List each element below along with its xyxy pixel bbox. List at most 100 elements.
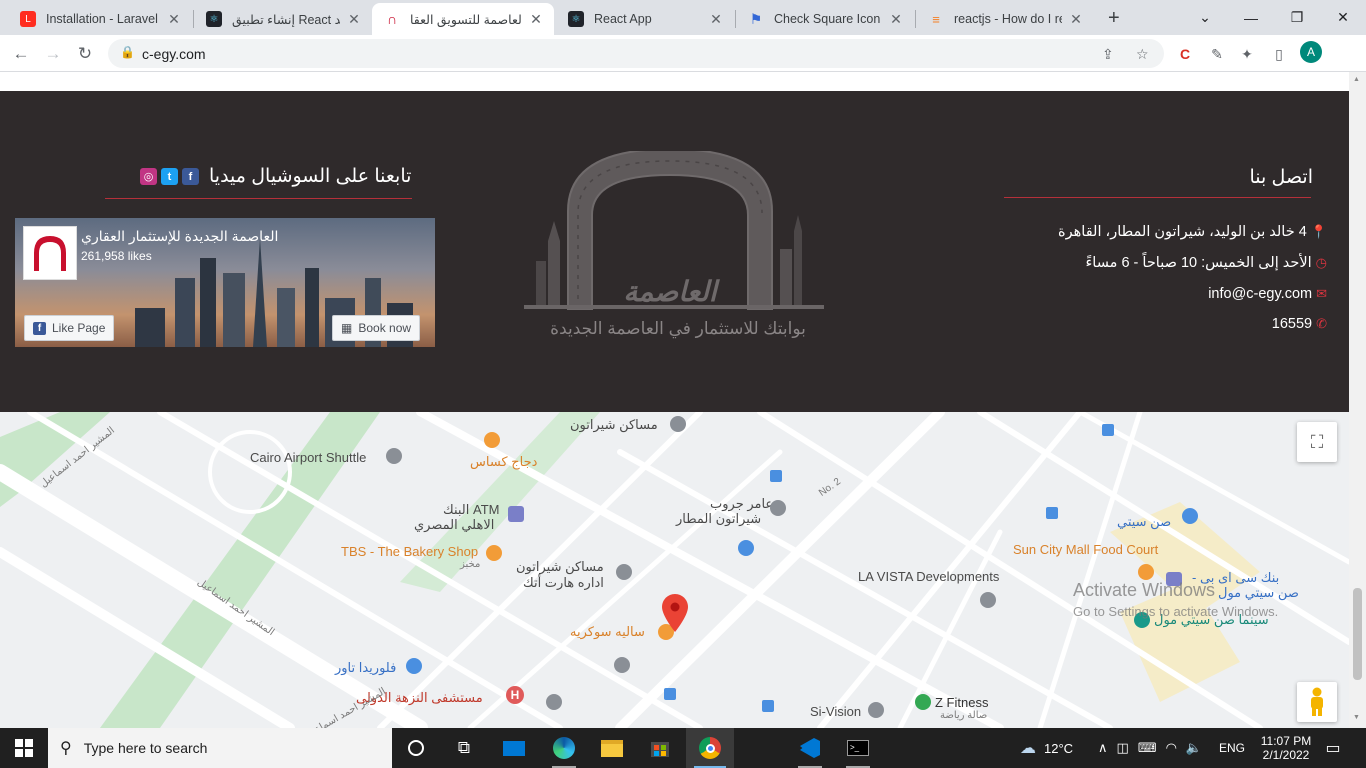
map-pin-icon[interactable] xyxy=(868,702,884,718)
side-panel-icon[interactable]: ▯ xyxy=(1268,43,1290,65)
close-icon[interactable]: ✕ xyxy=(346,11,362,28)
close-window-button[interactable]: ✕ xyxy=(1320,0,1366,35)
tab-react-arabic[interactable]: ⚛ إنشاء تطبيق React جديد ✕ xyxy=(194,3,372,35)
bus-stop-icon[interactable] xyxy=(1102,424,1114,436)
tab-react-app[interactable]: ⚛ React App ✕ xyxy=(556,3,734,35)
back-button[interactable]: ← xyxy=(7,40,35,68)
map-place-salih-sokariya[interactable]: ساليه سوكريه xyxy=(570,624,645,640)
tab-laravel[interactable]: L Installation - Laravel - ✕ xyxy=(8,3,192,35)
clock[interactable]: 11:07 PM 2/1/2022 xyxy=(1254,728,1318,768)
church-pin-icon[interactable] xyxy=(546,694,562,710)
fb-page-name[interactable]: العاصمة الجديدة للإستثمار العقاري xyxy=(81,228,278,245)
bus-stop-icon[interactable] xyxy=(664,688,676,700)
task-view-button[interactable]: ⧉ xyxy=(440,728,488,768)
new-tab-button[interactable]: + xyxy=(1108,7,1120,30)
minimize-button[interactable]: — xyxy=(1228,0,1274,35)
forward-button[interactable]: → xyxy=(39,40,67,68)
file-explorer-app[interactable] xyxy=(588,728,636,768)
terminal-app[interactable]: >_ xyxy=(834,728,882,768)
profile-avatar[interactable]: A xyxy=(1300,41,1322,63)
weather-widget[interactable]: ☁ 12°C xyxy=(1020,728,1073,768)
tab-stackoverflow[interactable]: ≡ reactjs - How do I refe ✕ xyxy=(916,3,1094,35)
scroll-up-arrow-icon[interactable]: ▲ xyxy=(1353,76,1360,83)
map-pin-icon[interactable] xyxy=(980,592,996,608)
restore-button[interactable]: ❐ xyxy=(1274,0,1320,35)
twitter-icon[interactable]: t xyxy=(161,168,178,185)
like-page-button[interactable]: f Like Page xyxy=(24,315,115,341)
vscode-app[interactable] xyxy=(786,728,834,768)
scrollbar-thumb[interactable] xyxy=(1353,588,1362,680)
volume-icon[interactable]: 🔈 xyxy=(1186,740,1202,756)
gym-pin-icon[interactable] xyxy=(915,694,931,710)
scroll-down-arrow-icon[interactable]: ▼ xyxy=(1353,714,1360,721)
map-pin-icon[interactable] xyxy=(670,416,686,432)
close-icon[interactable]: ✕ xyxy=(166,11,182,28)
instagram-icon[interactable]: ◎ xyxy=(140,168,157,185)
cortana-button[interactable] xyxy=(392,728,440,768)
contact-phone[interactable]: ✆ 16559 xyxy=(1272,316,1327,332)
map-place-cairo-airport-shuttle[interactable]: Cairo Airport Shuttle xyxy=(250,450,366,465)
keyboard-input-icon[interactable]: ⌨ xyxy=(1138,740,1157,756)
contact-email[interactable]: ✉ info@c-egy.com xyxy=(1208,286,1327,302)
bus-stop-icon[interactable] xyxy=(1046,507,1058,519)
map-place-mesaken-sheraton[interactable]: مساكن شيراتون xyxy=(570,417,658,433)
hospital-pin-icon[interactable]: H xyxy=(506,686,524,704)
map-place-florida-tower[interactable]: فلوريدا تاور xyxy=(335,660,396,676)
restaurant-pin-icon[interactable] xyxy=(1138,564,1154,580)
map-place-tbs-bakery[interactable]: TBS - The Bakery Shop xyxy=(341,544,478,559)
book-now-button[interactable]: ▦ Book now xyxy=(332,315,421,341)
tab-search-chevron-icon[interactable]: ⌄ xyxy=(1182,0,1228,35)
map-place-atm[interactable]: البنك ATM xyxy=(443,502,499,518)
bus-stop-icon[interactable] xyxy=(770,470,782,482)
bus-stop-icon[interactable] xyxy=(762,700,774,712)
bookmark-star-icon[interactable]: ☆ xyxy=(1136,46,1149,63)
map-fullscreen-button[interactable]: ⛶ xyxy=(1297,422,1337,462)
mosque-pin-icon[interactable] xyxy=(614,657,630,673)
close-icon[interactable]: ✕ xyxy=(708,11,724,28)
map-place-sun-city-food-court[interactable]: Sun City Mall Food Court xyxy=(1013,542,1158,557)
map-place-la-vista[interactable]: LA VISTA Developments xyxy=(858,569,999,584)
page-scrollbar[interactable]: ▲ ▼ xyxy=(1349,72,1366,728)
close-icon[interactable]: ✕ xyxy=(528,11,544,28)
tab-capital-active[interactable]: ∩ العاصمة للتسويق العقا ✕ xyxy=(372,3,554,35)
language-indicator[interactable]: ENG xyxy=(1219,728,1245,768)
shopping-pin-icon[interactable] xyxy=(1182,508,1198,524)
shopping-pin-icon[interactable] xyxy=(738,540,754,556)
address-bar[interactable]: 🔒 c-egy.com ⇪ ☆ xyxy=(108,39,1164,68)
extension-c-icon[interactable]: C xyxy=(1174,43,1196,65)
street-view-pegman-button[interactable] xyxy=(1297,682,1337,722)
start-button[interactable] xyxy=(0,728,48,768)
shopping-pin-icon[interactable] xyxy=(406,658,422,674)
camera-icon[interactable]: ◫ xyxy=(1117,740,1129,756)
mail-app[interactable] xyxy=(490,728,538,768)
map-pin-icon[interactable] xyxy=(386,448,402,464)
map-place-mesaken-sheraton-admin[interactable]: مساكن شيراتون xyxy=(516,559,604,575)
wifi-icon[interactable]: ◠ xyxy=(1166,740,1177,756)
map-place-amer-group[interactable]: عامر جروب xyxy=(710,496,773,512)
extensions-puzzle-icon[interactable]: ✦ xyxy=(1236,43,1258,65)
facebook-page-widget[interactable]: العاصمة الجديدة للإستثمار العقاري 261,95… xyxy=(15,218,435,347)
reload-button[interactable]: ↻ xyxy=(71,40,99,68)
close-icon[interactable]: ✕ xyxy=(1068,11,1084,28)
lock-icon[interactable]: 🔒 xyxy=(120,45,135,59)
taskbar-search-box[interactable]: ⚲ Type here to search xyxy=(48,728,392,768)
map-place-dajaj-kasas[interactable]: دجاج كساس xyxy=(470,454,537,470)
notification-icon[interactable]: ▭ xyxy=(1322,728,1344,768)
facebook-icon[interactable]: f xyxy=(182,168,199,185)
google-map[interactable]: Cairo Airport Shuttle مساكن شيراتون دجاج… xyxy=(0,412,1349,728)
share-icon[interactable]: ⇪ xyxy=(1102,46,1114,63)
store-app[interactable] xyxy=(636,728,684,768)
map-place-z-fitness[interactable]: Z Fitness xyxy=(935,695,988,710)
tab-check-square[interactable]: ⚑ Check Square Icon - R ✕ xyxy=(736,3,914,35)
edge-app[interactable] xyxy=(540,728,588,768)
restaurant-pin-icon[interactable] xyxy=(484,432,500,448)
capital-logo[interactable]: العاصمة بوابتك للاستثمار في العاصمة الجد… xyxy=(520,147,830,351)
bakery-pin-icon[interactable] xyxy=(486,545,502,561)
map-place-si-vision[interactable]: Si-Vision xyxy=(810,704,861,719)
map-place-sun-city[interactable]: صن سيتي xyxy=(1117,514,1171,530)
location-marker-icon[interactable] xyxy=(662,594,688,632)
extension-eyedropper-icon[interactable]: ✎ xyxy=(1206,43,1228,65)
chrome-app[interactable] xyxy=(686,728,734,768)
map-pin-icon[interactable] xyxy=(770,500,786,516)
close-icon[interactable]: ✕ xyxy=(888,11,904,28)
